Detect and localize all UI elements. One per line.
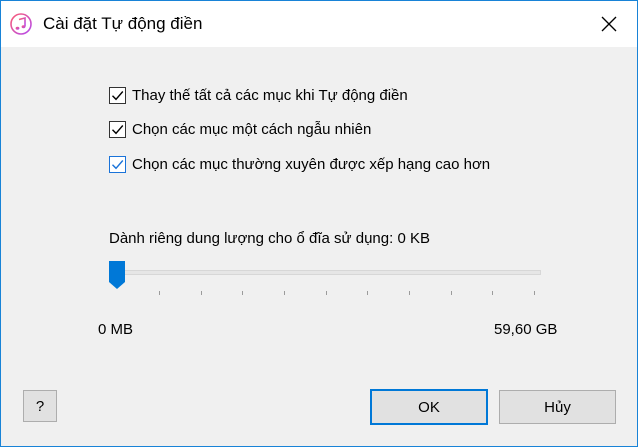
slider-tick — [367, 291, 368, 295]
checkmark-icon — [112, 90, 124, 100]
slider-tick — [492, 291, 493, 295]
disk-reserve-label: Dành riêng dung lượng cho ổ đĩa sử dụng:… — [109, 230, 430, 247]
slider-tick — [242, 291, 243, 295]
checkbox-label: Chọn các mục một cách ngẫu nhiên — [132, 120, 372, 138]
close-icon — [601, 16, 617, 32]
random-items-checkbox[interactable]: Chọn các mục một cách ngẫu nhiên — [109, 118, 371, 140]
checkbox-label: Thay thế tất cả các mục khi Tự động điền — [132, 86, 408, 104]
checkbox-box[interactable] — [109, 120, 126, 138]
disk-reserve-slider-thumb[interactable] — [108, 260, 126, 290]
slider-tick — [284, 291, 285, 295]
slider-tick — [451, 291, 452, 295]
checkbox-box[interactable] — [109, 155, 126, 173]
higher-rated-items-checkbox[interactable]: Chọn các mục thường xuyên được xếp hạng … — [109, 153, 490, 175]
title-bar: Cài đặt Tự động điền — [1, 1, 637, 47]
checkbox-box[interactable] — [109, 86, 126, 104]
cancel-button[interactable]: Hủy — [499, 390, 616, 424]
slider-max-label: 59,60 GB — [494, 321, 558, 338]
slider-tick — [159, 291, 160, 295]
slider-tick — [409, 291, 410, 295]
close-button[interactable] — [591, 9, 627, 39]
slider-min-label: 0 MB — [98, 321, 134, 338]
checkmark-icon — [112, 124, 124, 134]
slider-tick — [201, 291, 202, 295]
slider-tick — [326, 291, 327, 295]
window-title: Cài đặt Tự động điền — [43, 14, 203, 33]
disk-reserve-slider-track[interactable] — [109, 270, 541, 275]
ok-button[interactable]: OK — [370, 389, 488, 425]
help-button[interactable]: ? — [23, 390, 57, 422]
replace-all-items-checkbox[interactable]: Thay thế tất cả các mục khi Tự động điền — [109, 84, 408, 106]
autofill-settings-dialog: Cài đặt Tự động điền Thay thế tất cả các… — [0, 0, 638, 447]
checkbox-label: Chọn các mục thường xuyên được xếp hạng … — [132, 155, 491, 173]
itunes-music-note-icon — [10, 13, 32, 35]
checkmark-icon — [112, 159, 124, 169]
slider-tick — [534, 291, 535, 295]
